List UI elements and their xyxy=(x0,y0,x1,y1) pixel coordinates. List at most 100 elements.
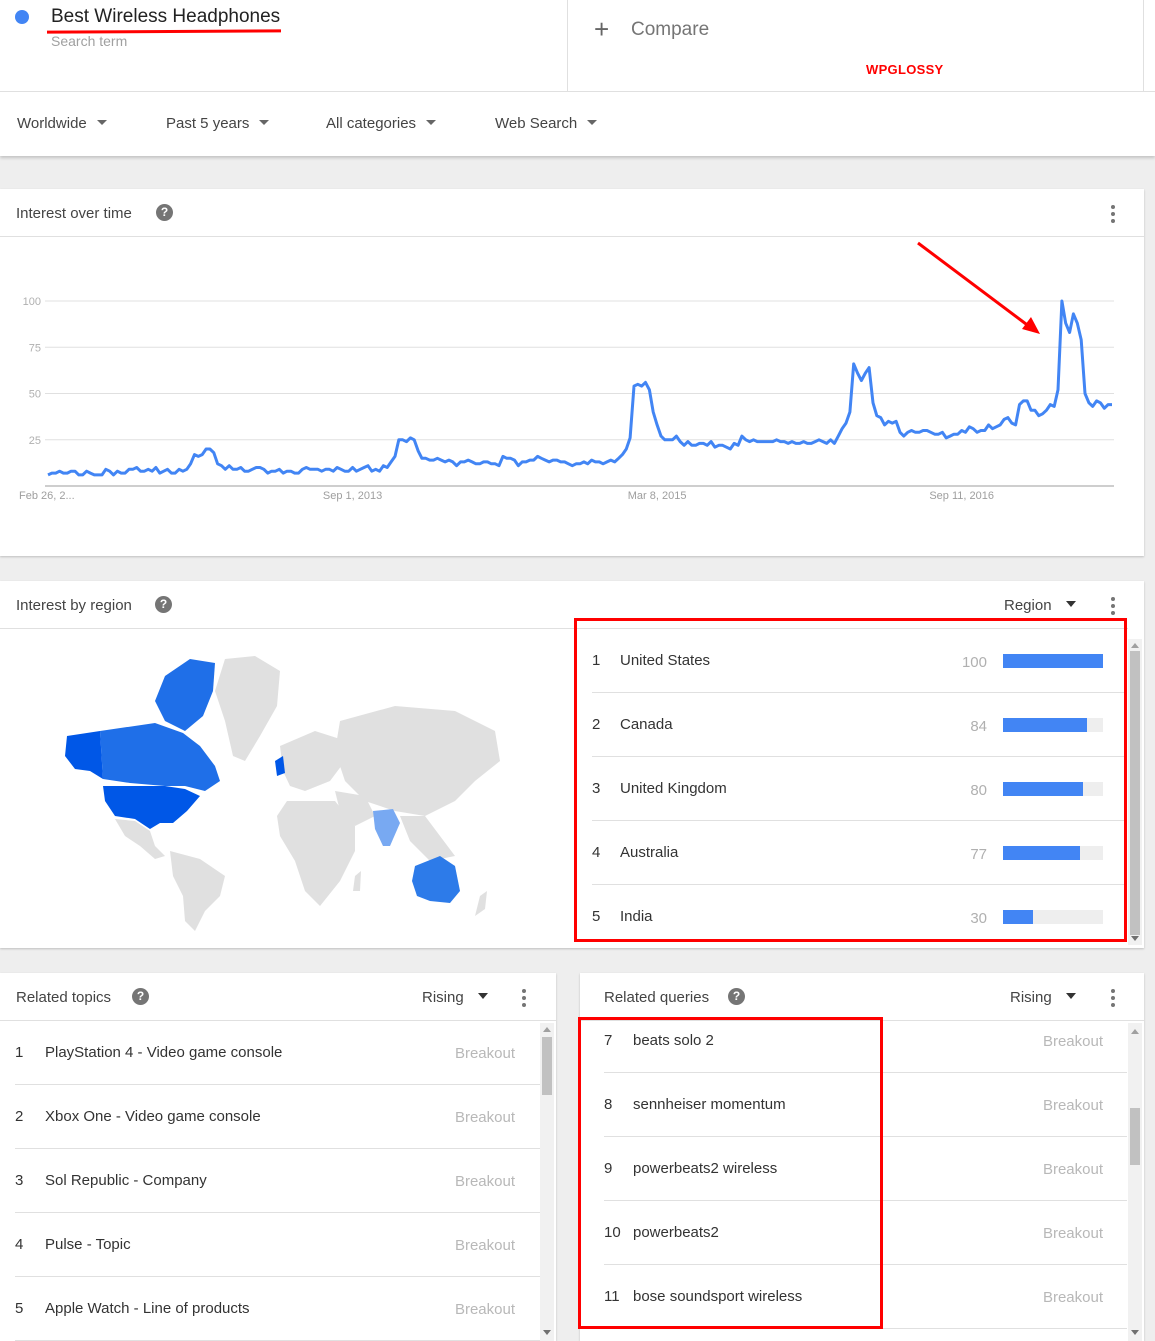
data-point[interactable] xyxy=(378,470,381,473)
data-point[interactable] xyxy=(185,468,188,471)
data-point[interactable] xyxy=(771,440,774,443)
data-point[interactable] xyxy=(810,442,813,445)
data-point[interactable] xyxy=(814,440,817,443)
data-point[interactable] xyxy=(193,453,196,456)
data-point[interactable] xyxy=(532,459,535,462)
data-point[interactable] xyxy=(910,429,913,432)
data-point[interactable] xyxy=(286,470,289,473)
data-point[interactable] xyxy=(62,472,65,475)
data-point[interactable] xyxy=(278,468,281,471)
data-point[interactable] xyxy=(602,462,605,465)
filter-time-range[interactable]: Past 5 years xyxy=(166,115,270,132)
data-point[interactable] xyxy=(648,388,651,391)
data-point[interactable] xyxy=(845,422,848,425)
data-point[interactable] xyxy=(914,431,917,434)
data-point[interactable] xyxy=(933,433,936,436)
data-point[interactable] xyxy=(667,438,670,441)
data-point[interactable] xyxy=(413,438,416,441)
data-point[interactable] xyxy=(235,468,238,471)
data-point[interactable] xyxy=(794,442,797,445)
data-point[interactable] xyxy=(77,473,80,476)
data-point[interactable] xyxy=(501,455,504,458)
data-point[interactable] xyxy=(54,472,57,475)
data-point[interactable] xyxy=(582,460,585,463)
data-point[interactable] xyxy=(686,440,689,443)
data-point[interactable] xyxy=(683,444,686,447)
data-point[interactable] xyxy=(262,468,265,471)
data-point[interactable] xyxy=(698,442,701,445)
data-point[interactable] xyxy=(401,438,404,441)
data-point[interactable] xyxy=(621,453,624,456)
data-point[interactable] xyxy=(108,470,111,473)
data-point[interactable] xyxy=(952,433,955,436)
data-point[interactable] xyxy=(424,457,427,460)
data-point[interactable] xyxy=(85,470,88,473)
data-point[interactable] xyxy=(979,429,982,432)
data-point[interactable] xyxy=(143,470,146,473)
data-point[interactable] xyxy=(567,462,570,465)
data-point[interactable] xyxy=(875,414,878,417)
data-point[interactable] xyxy=(941,431,944,434)
data-point[interactable] xyxy=(598,460,601,463)
data-point[interactable] xyxy=(787,442,790,445)
data-point[interactable] xyxy=(1045,409,1048,412)
data-point[interactable] xyxy=(783,440,786,443)
topic-row[interactable]: 5 Apple Watch - Line of products Breakou… xyxy=(15,1277,540,1341)
data-point[interactable] xyxy=(482,460,485,463)
data-point[interactable] xyxy=(756,440,759,443)
scrollbar-thumb[interactable] xyxy=(542,1037,552,1095)
data-point[interactable] xyxy=(983,429,986,432)
data-point[interactable] xyxy=(1037,414,1040,417)
data-point[interactable] xyxy=(324,468,327,471)
data-point[interactable] xyxy=(575,462,578,465)
data-point[interactable] xyxy=(525,460,528,463)
help-icon[interactable]: ? xyxy=(132,988,149,1005)
scroll-down-icon[interactable] xyxy=(1131,936,1139,941)
data-point[interactable] xyxy=(540,457,543,460)
data-point[interactable] xyxy=(351,466,354,469)
data-point[interactable] xyxy=(879,416,882,419)
data-point[interactable] xyxy=(721,444,724,447)
data-point[interactable] xyxy=(679,440,682,443)
region-row[interactable]: 1 United States 100 xyxy=(592,629,1127,693)
data-point[interactable] xyxy=(521,460,524,463)
data-point[interactable] xyxy=(579,462,582,465)
data-point[interactable] xyxy=(1095,399,1098,402)
data-point[interactable] xyxy=(309,468,312,471)
data-point[interactable] xyxy=(1041,412,1044,415)
data-point[interactable] xyxy=(131,468,134,471)
data-point[interactable] xyxy=(536,455,539,458)
scroll-up-icon[interactable] xyxy=(1131,1029,1139,1034)
data-point[interactable] xyxy=(463,460,466,463)
data-point[interactable] xyxy=(1076,322,1079,325)
data-point[interactable] xyxy=(81,473,84,476)
data-point[interactable] xyxy=(471,460,474,463)
data-point[interactable] xyxy=(528,459,531,462)
data-point[interactable] xyxy=(436,457,439,460)
data-point[interactable] xyxy=(58,470,61,473)
query-row[interactable]: 10 powerbeats2 Breakout xyxy=(604,1201,1127,1265)
data-point[interactable] xyxy=(158,472,161,475)
filter-search-type[interactable]: Web Search xyxy=(495,115,598,132)
data-point[interactable] xyxy=(929,431,932,434)
data-point[interactable] xyxy=(498,464,501,467)
data-point[interactable] xyxy=(725,446,728,449)
data-point[interactable] xyxy=(837,435,840,438)
data-point[interactable] xyxy=(945,436,948,439)
data-point[interactable] xyxy=(432,459,435,462)
data-point[interactable] xyxy=(347,470,350,473)
data-point[interactable] xyxy=(336,466,339,469)
filter-location[interactable]: Worldwide xyxy=(17,115,107,132)
region-row[interactable]: 5 India 30 xyxy=(592,885,1127,949)
data-point[interactable] xyxy=(1030,409,1033,412)
data-point[interactable] xyxy=(1053,405,1056,408)
series-line[interactable] xyxy=(47,299,1112,477)
data-point[interactable] xyxy=(313,468,316,471)
topics-list-scrollbar[interactable] xyxy=(540,1023,554,1341)
scroll-down-icon[interactable] xyxy=(543,1330,551,1335)
help-icon[interactable]: ? xyxy=(728,988,745,1005)
query-row[interactable]: 7 beats solo 2 Breakout xyxy=(604,1009,1127,1073)
data-point[interactable] xyxy=(864,372,867,375)
data-point[interactable] xyxy=(791,440,794,443)
data-point[interactable] xyxy=(1064,322,1067,325)
